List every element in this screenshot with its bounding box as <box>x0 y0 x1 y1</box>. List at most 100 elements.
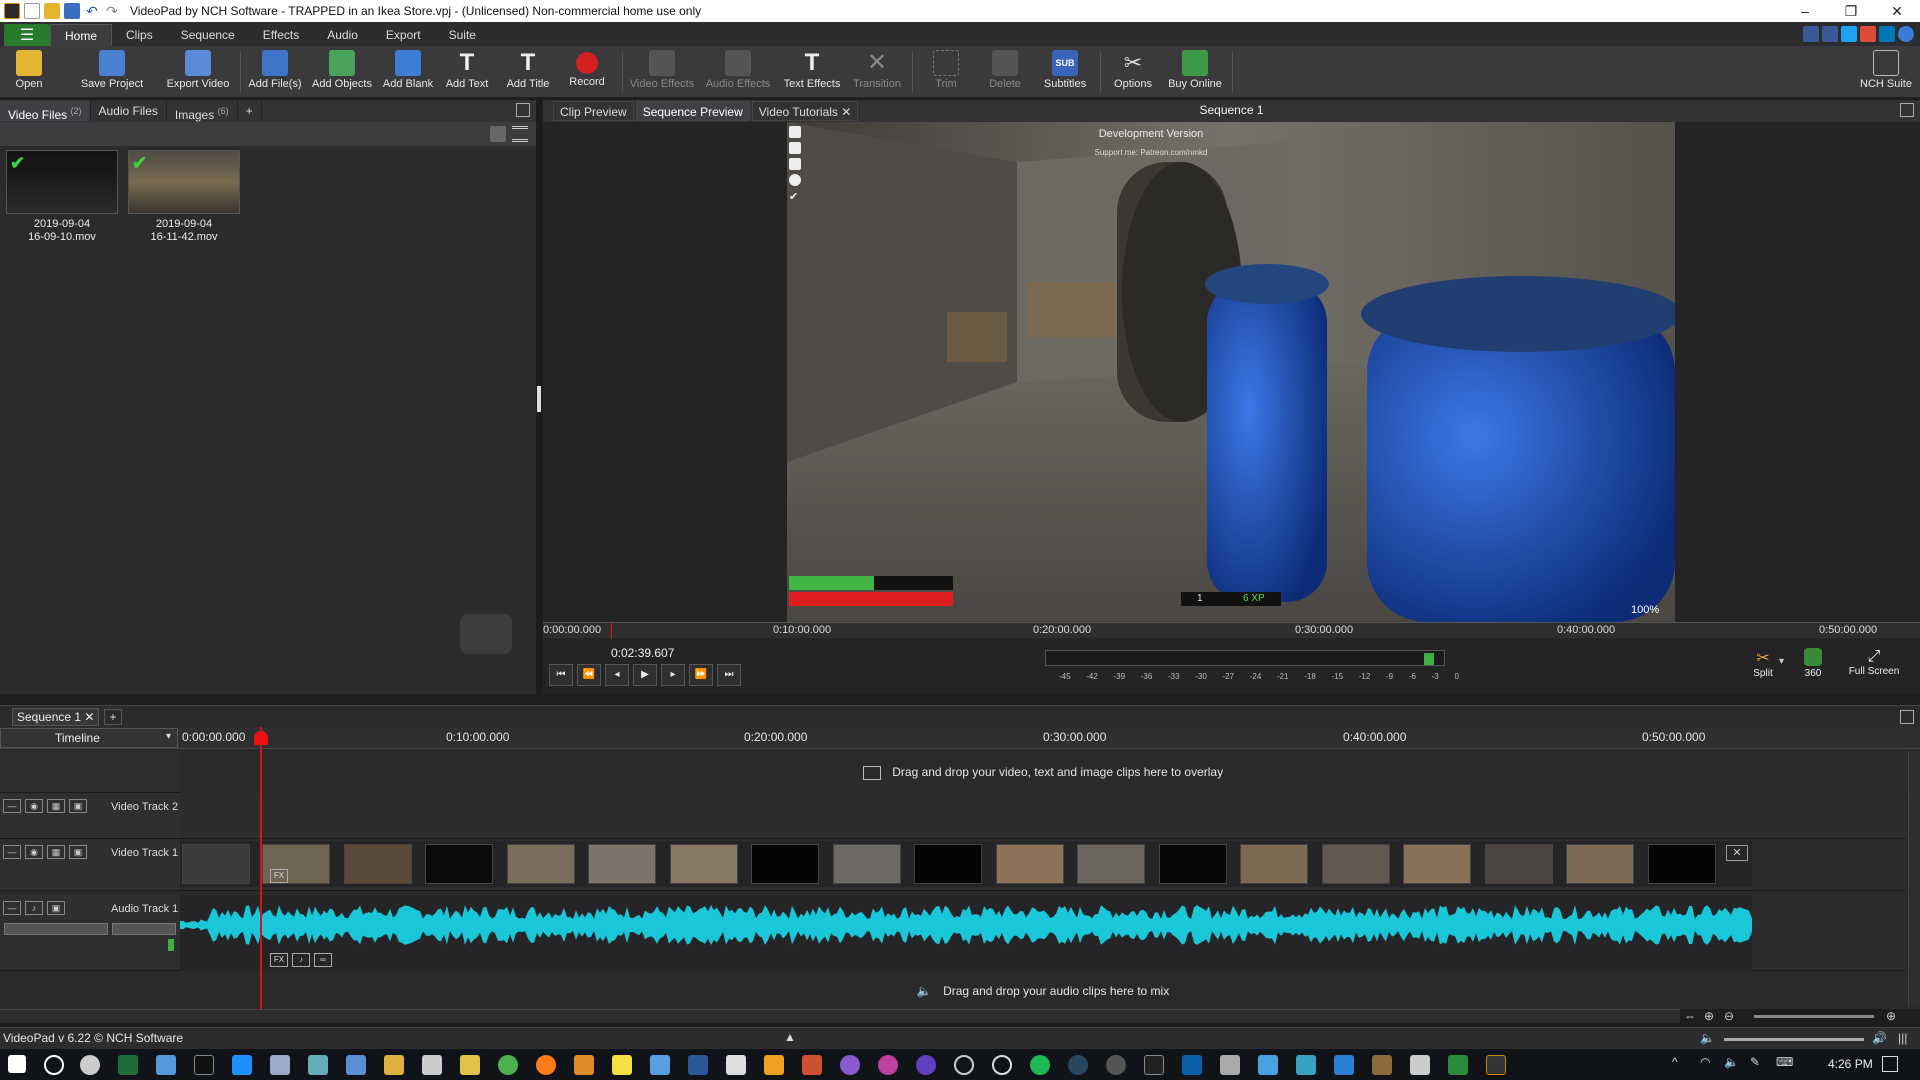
clock[interactable]: 4:26 PM <box>1828 1057 1873 1071</box>
tab-home[interactable]: Home <box>50 24 113 46</box>
split-dropdown[interactable]: ▾ <box>1779 656 1784 667</box>
chrome-icon[interactable] <box>498 1055 518 1075</box>
clip-thumbnail[interactable] <box>1077 844 1145 884</box>
clip-thumbnail[interactable] <box>1403 844 1471 884</box>
app-icon[interactable] <box>156 1055 176 1075</box>
app-icon[interactable] <box>878 1055 898 1075</box>
clip-thumbnail[interactable] <box>1485 844 1553 884</box>
clip-thumbnail[interactable] <box>182 844 250 884</box>
clip-thumbnail[interactable] <box>914 844 982 884</box>
app-icon[interactable] <box>1220 1055 1240 1075</box>
audio-fx-icon[interactable]: FX <box>270 953 288 967</box>
go-to-start-button[interactable]: ⏮ <box>549 664 573 686</box>
clip-thumbnail[interactable] <box>507 844 575 884</box>
clip-thumbnail[interactable] <box>1159 844 1227 884</box>
tab-sequence-1[interactable]: Sequence 1 ✕ <box>12 708 100 726</box>
zoom-slider[interactable] <box>1754 1015 1874 1018</box>
steam-icon[interactable] <box>1068 1055 1088 1075</box>
app-icon[interactable] <box>346 1055 366 1075</box>
linkedin-icon[interactable] <box>1879 26 1895 42</box>
timeline-vertical-scrollbar[interactable] <box>1908 751 1920 1007</box>
add-objects-button[interactable]: Add Objects <box>308 48 376 96</box>
app-icon[interactable] <box>764 1055 784 1075</box>
list-view-icon[interactable] <box>512 126 528 142</box>
pen-icon[interactable]: ✎ <box>1750 1055 1760 1069</box>
clip-thumbnail[interactable] <box>996 844 1064 884</box>
delete-button[interactable]: Delete <box>978 48 1032 96</box>
app-icon[interactable] <box>270 1055 290 1075</box>
split-button[interactable]: ✂ Split <box>1749 648 1777 688</box>
media-thumbnail-2[interactable]: ✔ <box>128 150 240 214</box>
zoom-fit-icon[interactable]: ⊕ <box>1704 1009 1714 1023</box>
clip-thumbnail[interactable] <box>1648 844 1716 884</box>
text-effects-button[interactable]: T Text Effects <box>778 48 846 96</box>
close-icon[interactable]: ✕ <box>84 710 94 724</box>
timeline-ruler[interactable]: Timeline ▾ 0:00:00.000 0:10:00.000 0:20:… <box>0 727 1920 749</box>
video-overlay-drop-zone[interactable]: Drag and drop your video, text and image… <box>180 751 1906 793</box>
settings-icon[interactable] <box>80 1055 100 1075</box>
tab-video-files[interactable]: Video Files (2) <box>0 101 91 122</box>
open-button[interactable]: Open <box>8 48 50 96</box>
subtitles-button[interactable]: SUB Subtitles <box>1038 48 1092 96</box>
main-menu-button[interactable]: ☰ <box>4 24 50 46</box>
file-explorer-icon[interactable] <box>384 1055 404 1075</box>
facebook-icon[interactable] <box>1822 26 1838 42</box>
mail-icon[interactable] <box>422 1055 442 1075</box>
record-button[interactable]: Record <box>560 48 614 96</box>
add-title-button[interactable]: T Add Title <box>500 48 556 96</box>
transition-icon[interactable]: ✕ <box>1726 845 1748 861</box>
clip-thumbnail[interactable] <box>1240 844 1308 884</box>
clip-thumbnail[interactable] <box>344 844 412 884</box>
app-icon[interactable] <box>840 1055 860 1075</box>
lock-icon[interactable]: ▣ <box>47 901 65 915</box>
new-file-icon[interactable] <box>24 3 40 19</box>
play-button[interactable]: ▶ <box>633 664 657 686</box>
notifications-icon[interactable] <box>1882 1056 1898 1072</box>
zoom-in-icon[interactable]: ⊕ <box>1886 1009 1896 1023</box>
clip-thumbnail[interactable] <box>751 844 819 884</box>
calculator-icon[interactable] <box>726 1055 746 1075</box>
wifi-icon[interactable]: ◠ <box>1700 1055 1710 1069</box>
add-bin-tab-button[interactable]: + <box>238 101 262 121</box>
video-track-2-lane[interactable] <box>180 793 1906 839</box>
nch-suite-button[interactable]: NCH Suite <box>1856 48 1916 96</box>
app-icon[interactable] <box>308 1055 328 1075</box>
app-icon[interactable] <box>1372 1055 1392 1075</box>
edge-icon[interactable] <box>232 1055 252 1075</box>
tab-audio[interactable]: Audio <box>313 24 372 46</box>
preview-scrub-bar[interactable]: 0:00:00.000 0:10:00.000 0:20:00.000 0:30… <box>543 622 1920 639</box>
master-volume-slider[interactable] <box>1724 1038 1864 1041</box>
eye-icon[interactable]: ◉ <box>25 799 43 813</box>
tab-export[interactable]: Export <box>372 24 435 46</box>
next-clip-button[interactable]: ⏩ <box>689 664 713 686</box>
redo-icon[interactable]: ↷ <box>104 3 120 19</box>
volume-slider[interactable] <box>4 923 108 935</box>
trim-button[interactable]: Trim <box>920 48 972 96</box>
twitter-icon[interactable] <box>1841 26 1857 42</box>
excel-icon[interactable] <box>118 1055 138 1075</box>
save-project-button[interactable]: Save Project <box>72 48 152 96</box>
close-button[interactable]: ✕ <box>1874 0 1920 22</box>
app-icon[interactable] <box>1296 1055 1316 1075</box>
trash-icon[interactable] <box>490 126 506 142</box>
panel-toggle-arrow-icon[interactable]: ▲ <box>784 1030 796 1044</box>
audio-effects-button[interactable]: Audio Effects <box>702 48 774 96</box>
eye-icon[interactable]: ◉ <box>25 845 43 859</box>
word-icon[interactable] <box>688 1055 708 1075</box>
speaker-icon[interactable]: ♪ <box>25 901 43 915</box>
app-icon[interactable] <box>650 1055 670 1075</box>
app-icon[interactable] <box>1448 1055 1468 1075</box>
buy-online-button[interactable]: Buy Online <box>1164 48 1226 96</box>
add-text-button[interactable]: T Add Text <box>440 48 494 96</box>
undo-icon[interactable]: ↶ <box>84 3 100 19</box>
lock-icon[interactable] <box>789 158 801 170</box>
tab-effects[interactable]: Effects <box>249 24 313 46</box>
pan-slider[interactable] <box>112 923 176 935</box>
maximize-button[interactable]: ❐ <box>1828 0 1874 22</box>
collapse-icon[interactable]: — <box>3 799 21 813</box>
tab-audio-files[interactable]: Audio Files <box>91 101 167 121</box>
app-icon[interactable] <box>992 1055 1012 1075</box>
vr-360-button[interactable]: 360 <box>1797 648 1829 688</box>
media-thumbnail-1[interactable]: ✔ <box>6 150 118 214</box>
minimize-button[interactable]: – <box>1782 0 1828 22</box>
